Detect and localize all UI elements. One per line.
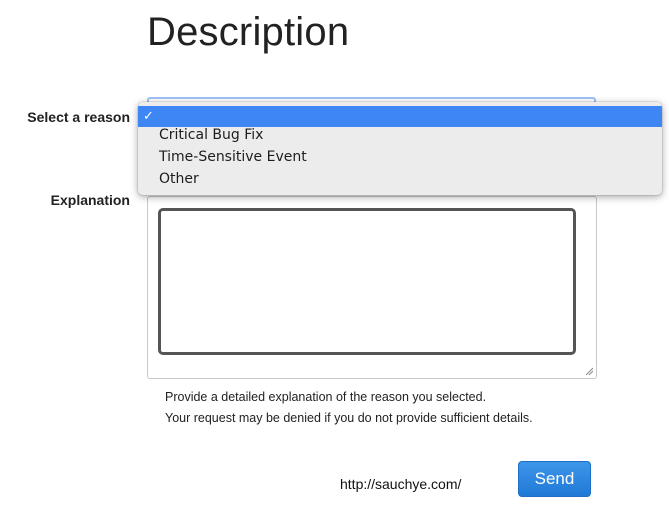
explanation-label: Explanation — [50, 192, 130, 208]
help-text-warning: Your request may be denied if you do not… — [165, 411, 533, 425]
send-button[interactable]: Send — [518, 461, 591, 497]
reason-dropdown-menu: ✓ Critical Bug Fix Time-Sensitive Event … — [138, 102, 662, 195]
dropdown-option-time-sensitive-event[interactable]: Time-Sensitive Event — [138, 147, 662, 168]
explanation-textarea-focus-frame[interactable] — [158, 208, 576, 355]
help-text-detail: Provide a detailed explanation of the re… — [165, 390, 487, 404]
reason-label: Select a reason — [27, 109, 130, 125]
resize-grip-icon[interactable] — [585, 367, 593, 375]
explanation-textarea[interactable] — [147, 196, 597, 379]
dropdown-option-critical-bug-fix[interactable]: Critical Bug Fix — [138, 125, 662, 146]
footer-url: http://sauchye.com/ — [340, 476, 462, 492]
description-form-page: Description Select a reason Explanation … — [0, 0, 669, 522]
page-title: Description — [147, 10, 350, 54]
dropdown-option-empty[interactable]: ✓ — [138, 106, 662, 127]
checkmark-icon: ✓ — [143, 109, 154, 124]
dropdown-option-other[interactable]: Other — [138, 169, 662, 190]
